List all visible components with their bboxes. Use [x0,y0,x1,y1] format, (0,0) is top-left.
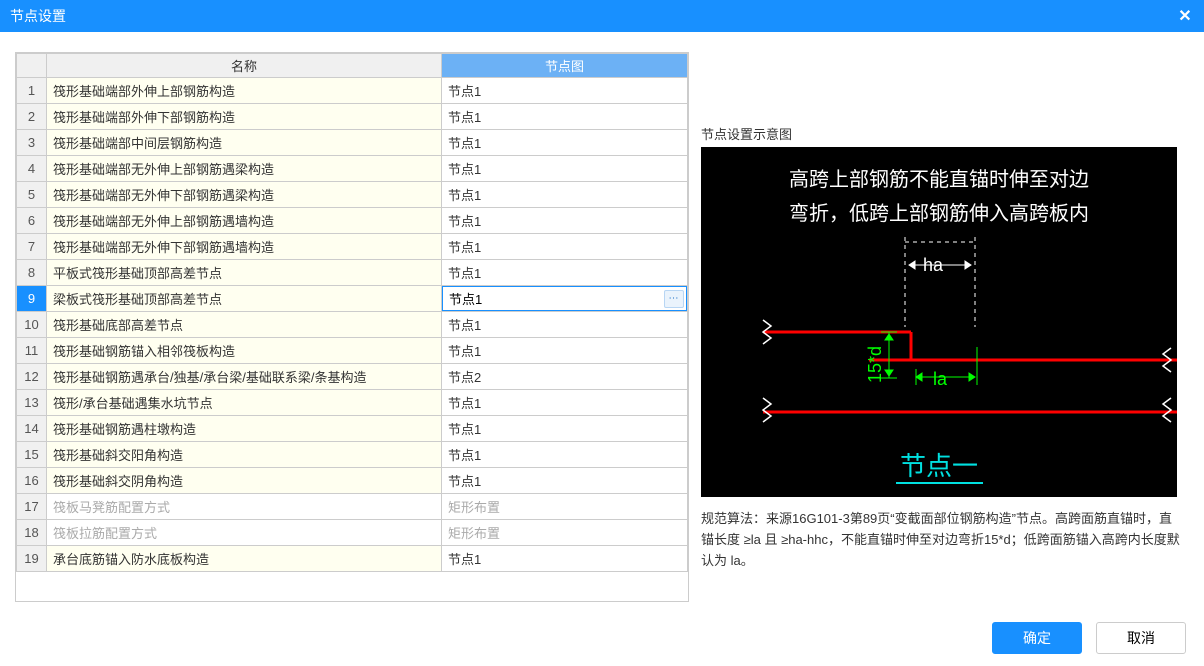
table-row[interactable]: 14筏形基础钢筋遇柱墩构造节点1 [17,416,688,442]
content-area: 名称 节点图 1筏形基础端部外伸上部钢筋构造节点12筏形基础端部外伸下部钢筋构造… [0,32,1204,602]
table-row[interactable]: 2筏形基础端部外伸下部钢筋构造节点1 [17,104,688,130]
row-index: 14 [17,416,47,442]
node-input[interactable] [449,287,664,310]
row-name: 筏形基础斜交阴角构造 [47,468,442,494]
table-row[interactable]: 12筏形基础钢筋遇承台/独基/承台梁/基础联系梁/条基构造节点2 [17,364,688,390]
window-title: 节点设置 [10,6,66,26]
row-index: 6 [17,208,47,234]
row-node[interactable]: 节点1 [442,208,688,234]
row-index: 3 [17,130,47,156]
close-icon[interactable]: ✕ [1176,7,1194,25]
row-node[interactable]: 节点1 [442,468,688,494]
table-row[interactable]: 18筏板拉筋配置方式矩形布置 [17,520,688,546]
row-name: 筏形基础端部无外伸上部钢筋遇墙构造 [47,208,442,234]
row-index: 10 [17,312,47,338]
cancel-button[interactable]: 取消 [1096,622,1186,654]
ok-button[interactable]: 确定 [992,622,1082,654]
row-name: 筏形/承台基础遇集水坑节点 [47,390,442,416]
preview-panel: 节点设置示意图 高跨上部钢筋不能直锚时伸至对边 弯折，低跨上部钢筋伸入高跨板内 … [701,52,1181,602]
table-row[interactable]: 15筏形基础斜交阳角构造节点1 [17,442,688,468]
row-index: 16 [17,468,47,494]
preview-title: 节点设置示意图 [701,124,1181,143]
table-panel: 名称 节点图 1筏形基础端部外伸上部钢筋构造节点12筏形基础端部外伸下部钢筋构造… [15,52,689,602]
row-node[interactable]: 矩形布置 [442,494,688,520]
row-index: 18 [17,520,47,546]
row-node[interactable]: 节点1 [442,78,688,104]
row-name: 筏形基础端部无外伸下部钢筋遇梁构造 [47,182,442,208]
row-index: 5 [17,182,47,208]
row-name: 筏形基础端部外伸下部钢筋构造 [47,104,442,130]
row-node[interactable]: 节点1 [442,182,688,208]
row-name: 筏形基础钢筋遇柱墩构造 [47,416,442,442]
row-name: 承台底筋锚入防水底板构造 [47,546,442,572]
table-row[interactable]: 11筏形基础钢筋锚入相邻筏板构造节点1 [17,338,688,364]
dim-label: 15*d [865,346,885,383]
node-table: 名称 节点图 1筏形基础端部外伸上部钢筋构造节点12筏形基础端部外伸下部钢筋构造… [16,53,688,572]
col-index-header [17,54,47,78]
spec-text: 规范算法：来源16G101-3第89页“变截面部位钢筋构造”节点。高跨面筋直锚时… [701,509,1181,571]
col-name-header: 名称 [47,54,442,78]
row-node[interactable]: 节点1 [442,416,688,442]
row-index: 12 [17,364,47,390]
row-index: 9 [17,286,47,312]
row-index: 1 [17,78,47,104]
table-row[interactable]: 6筏形基础端部无外伸上部钢筋遇墙构造节点1 [17,208,688,234]
diagram-svg: ha l [701,147,1177,497]
row-node[interactable]: 节点1 [442,442,688,468]
row-node[interactable]: 节点1 [442,546,688,572]
row-name: 筏形基础底部高差节点 [47,312,442,338]
row-index: 2 [17,104,47,130]
row-index: 15 [17,442,47,468]
row-name: 筏形基础端部无外伸上部钢筋遇梁构造 [47,156,442,182]
row-node[interactable]: 矩形布置 [442,520,688,546]
row-node[interactable]: 节点2 [442,364,688,390]
table-row[interactable]: 4筏形基础端部无外伸上部钢筋遇梁构造节点1 [17,156,688,182]
row-index: 17 [17,494,47,520]
ellipsis-icon[interactable]: ⋯ [664,290,684,308]
table-row[interactable]: 9梁板式筏形基础顶部高差节点 ⋯ [17,286,688,312]
titlebar: 节点设置 ✕ [0,0,1204,32]
row-node[interactable]: 节点1 [442,130,688,156]
row-name: 筏形基础钢筋遇承台/独基/承台梁/基础联系梁/条基构造 [47,364,442,390]
table-row[interactable]: 10筏形基础底部高差节点节点1 [17,312,688,338]
row-index: 13 [17,390,47,416]
table-row[interactable]: 8平板式筏形基础顶部高差节点节点1 [17,260,688,286]
table-row[interactable]: 3筏形基础端部中间层钢筋构造节点1 [17,130,688,156]
diagram: 高跨上部钢筋不能直锚时伸至对边 弯折，低跨上部钢筋伸入高跨板内 ha [701,147,1177,497]
row-node[interactable]: 节点1 [442,234,688,260]
row-node[interactable]: 节点1 [442,104,688,130]
table-row[interactable]: 16筏形基础斜交阴角构造节点1 [17,468,688,494]
row-name: 梁板式筏形基础顶部高差节点 [47,286,442,312]
row-node[interactable]: 节点1 [442,338,688,364]
row-index: 4 [17,156,47,182]
row-node[interactable]: 节点1 [442,260,688,286]
row-index: 7 [17,234,47,260]
table-row[interactable]: 17筏板马凳筋配置方式矩形布置 [17,494,688,520]
row-node[interactable]: ⋯ [442,286,688,312]
row-name: 筏形基础端部外伸上部钢筋构造 [47,78,442,104]
row-index: 11 [17,338,47,364]
table-row[interactable]: 19承台底筋锚入防水底板构造节点1 [17,546,688,572]
table-row[interactable]: 1筏形基础端部外伸上部钢筋构造节点1 [17,78,688,104]
row-node[interactable]: 节点1 [442,312,688,338]
diagram-caption: 节点一 [900,451,978,481]
row-name: 筏形基础斜交阳角构造 [47,442,442,468]
row-name: 筏形基础钢筋锚入相邻筏板构造 [47,338,442,364]
row-index: 8 [17,260,47,286]
table-row[interactable]: 7筏形基础端部无外伸下部钢筋遇墙构造节点1 [17,234,688,260]
row-name: 筏板马凳筋配置方式 [47,494,442,520]
row-node[interactable]: 节点1 [442,156,688,182]
row-name: 筏形基础端部无外伸下部钢筋遇墙构造 [47,234,442,260]
ha-label: ha [923,255,944,275]
row-name: 平板式筏形基础顶部高差节点 [47,260,442,286]
col-node-header[interactable]: 节点图 [442,54,688,78]
row-node[interactable]: 节点1 [442,390,688,416]
row-name: 筏形基础端部中间层钢筋构造 [47,130,442,156]
table-row[interactable]: 13筏形/承台基础遇集水坑节点节点1 [17,390,688,416]
row-name: 筏板拉筋配置方式 [47,520,442,546]
table-row[interactable]: 5筏形基础端部无外伸下部钢筋遇梁构造节点1 [17,182,688,208]
la-label: la [933,369,948,389]
row-index: 19 [17,546,47,572]
footer: 确定 取消 [992,622,1186,654]
